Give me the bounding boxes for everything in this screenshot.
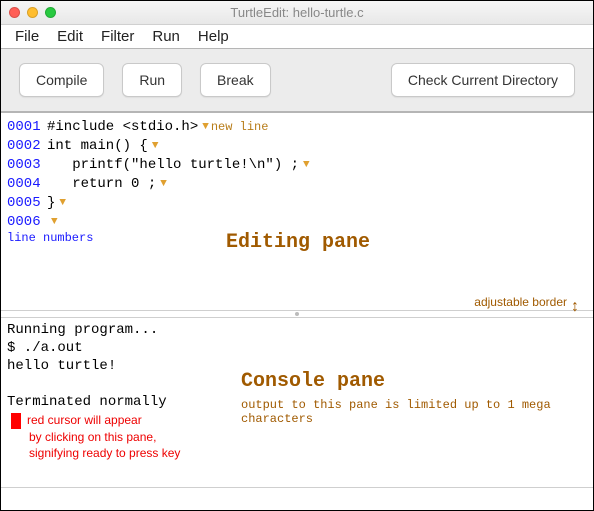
compile-button[interactable]: Compile: [19, 63, 104, 97]
toolbar: Compile Run Break Check Current Director…: [1, 49, 593, 113]
editing-pane[interactable]: Editing pane 0001#include <stdio.h>▼new …: [1, 113, 593, 310]
code-line[interactable]: 0002int main() { ▼: [7, 136, 587, 155]
console-limit-label: output to this pane is limited up to 1 m…: [241, 398, 593, 426]
cursor-note: by clicking on this pane,: [29, 429, 587, 445]
menu-run[interactable]: Run: [152, 28, 180, 45]
cursor-note: red cursor will appear: [27, 413, 142, 427]
fold-marker-icon[interactable]: ▼: [152, 140, 159, 152]
code-line[interactable]: 0001#include <stdio.h> ▼new line: [7, 117, 587, 136]
code-line[interactable]: 0006 ▼: [7, 212, 587, 231]
app-window: TurtleEdit: hello-turtle.c File Edit Fil…: [0, 0, 594, 511]
line-annotation: new line: [211, 120, 269, 134]
cursor-icon: [11, 413, 21, 429]
fold-marker-icon[interactable]: ▼: [59, 197, 66, 209]
window-title: TurtleEdit: hello-turtle.c: [1, 5, 593, 20]
menu-edit[interactable]: Edit: [57, 28, 83, 45]
console-pane[interactable]: Console pane output to this pane is limi…: [1, 318, 593, 488]
run-button[interactable]: Run: [122, 63, 182, 97]
grip-icon: [295, 312, 299, 316]
code-text: int main() {: [47, 138, 148, 154]
resize-arrow-icon: ↕: [571, 299, 579, 315]
fold-marker-icon[interactable]: ▼: [202, 121, 209, 133]
line-number: 0005: [7, 195, 47, 211]
fold-marker-icon[interactable]: ▼: [303, 159, 310, 171]
code-line[interactable]: 0003 printf("hello turtle!\n") ; ▼: [7, 155, 587, 174]
check-directory-button[interactable]: Check Current Directory: [391, 63, 575, 97]
titlebar: TurtleEdit: hello-turtle.c: [1, 1, 593, 25]
code-line[interactable]: 0005} ▼: [7, 193, 587, 212]
menubar: File Edit Filter Run Help: [1, 25, 593, 49]
line-number: 0003: [7, 157, 47, 173]
code-text: return 0 ;: [47, 176, 156, 192]
menu-filter[interactable]: Filter: [101, 28, 134, 45]
line-number: 0004: [7, 176, 47, 192]
menu-file[interactable]: File: [15, 28, 39, 45]
break-button[interactable]: Break: [200, 63, 271, 97]
menu-help[interactable]: Help: [198, 28, 229, 45]
code-text: }: [47, 195, 55, 211]
fold-marker-icon[interactable]: ▼: [51, 216, 58, 228]
code-line[interactable]: 0004 return 0 ; ▼: [7, 174, 587, 193]
fold-marker-icon[interactable]: ▼: [160, 178, 167, 190]
console-line: $ ./a.out: [7, 340, 587, 358]
line-number: 0006: [7, 214, 47, 230]
cursor-note: signifying ready to press key: [29, 445, 587, 461]
code-text: #include <stdio.h>: [47, 119, 198, 135]
pane-splitter[interactable]: adjustable border ↕: [1, 310, 593, 318]
console-line: Running program...: [7, 322, 587, 340]
footer: [1, 488, 593, 510]
editing-pane-label: Editing pane: [226, 231, 370, 254]
console-pane-label: Console pane: [241, 370, 385, 393]
line-number: 0002: [7, 138, 47, 154]
code-text: printf("hello turtle!\n") ;: [47, 157, 299, 173]
adjustable-border-label: adjustable border: [474, 295, 567, 309]
line-number: 0001: [7, 119, 47, 135]
